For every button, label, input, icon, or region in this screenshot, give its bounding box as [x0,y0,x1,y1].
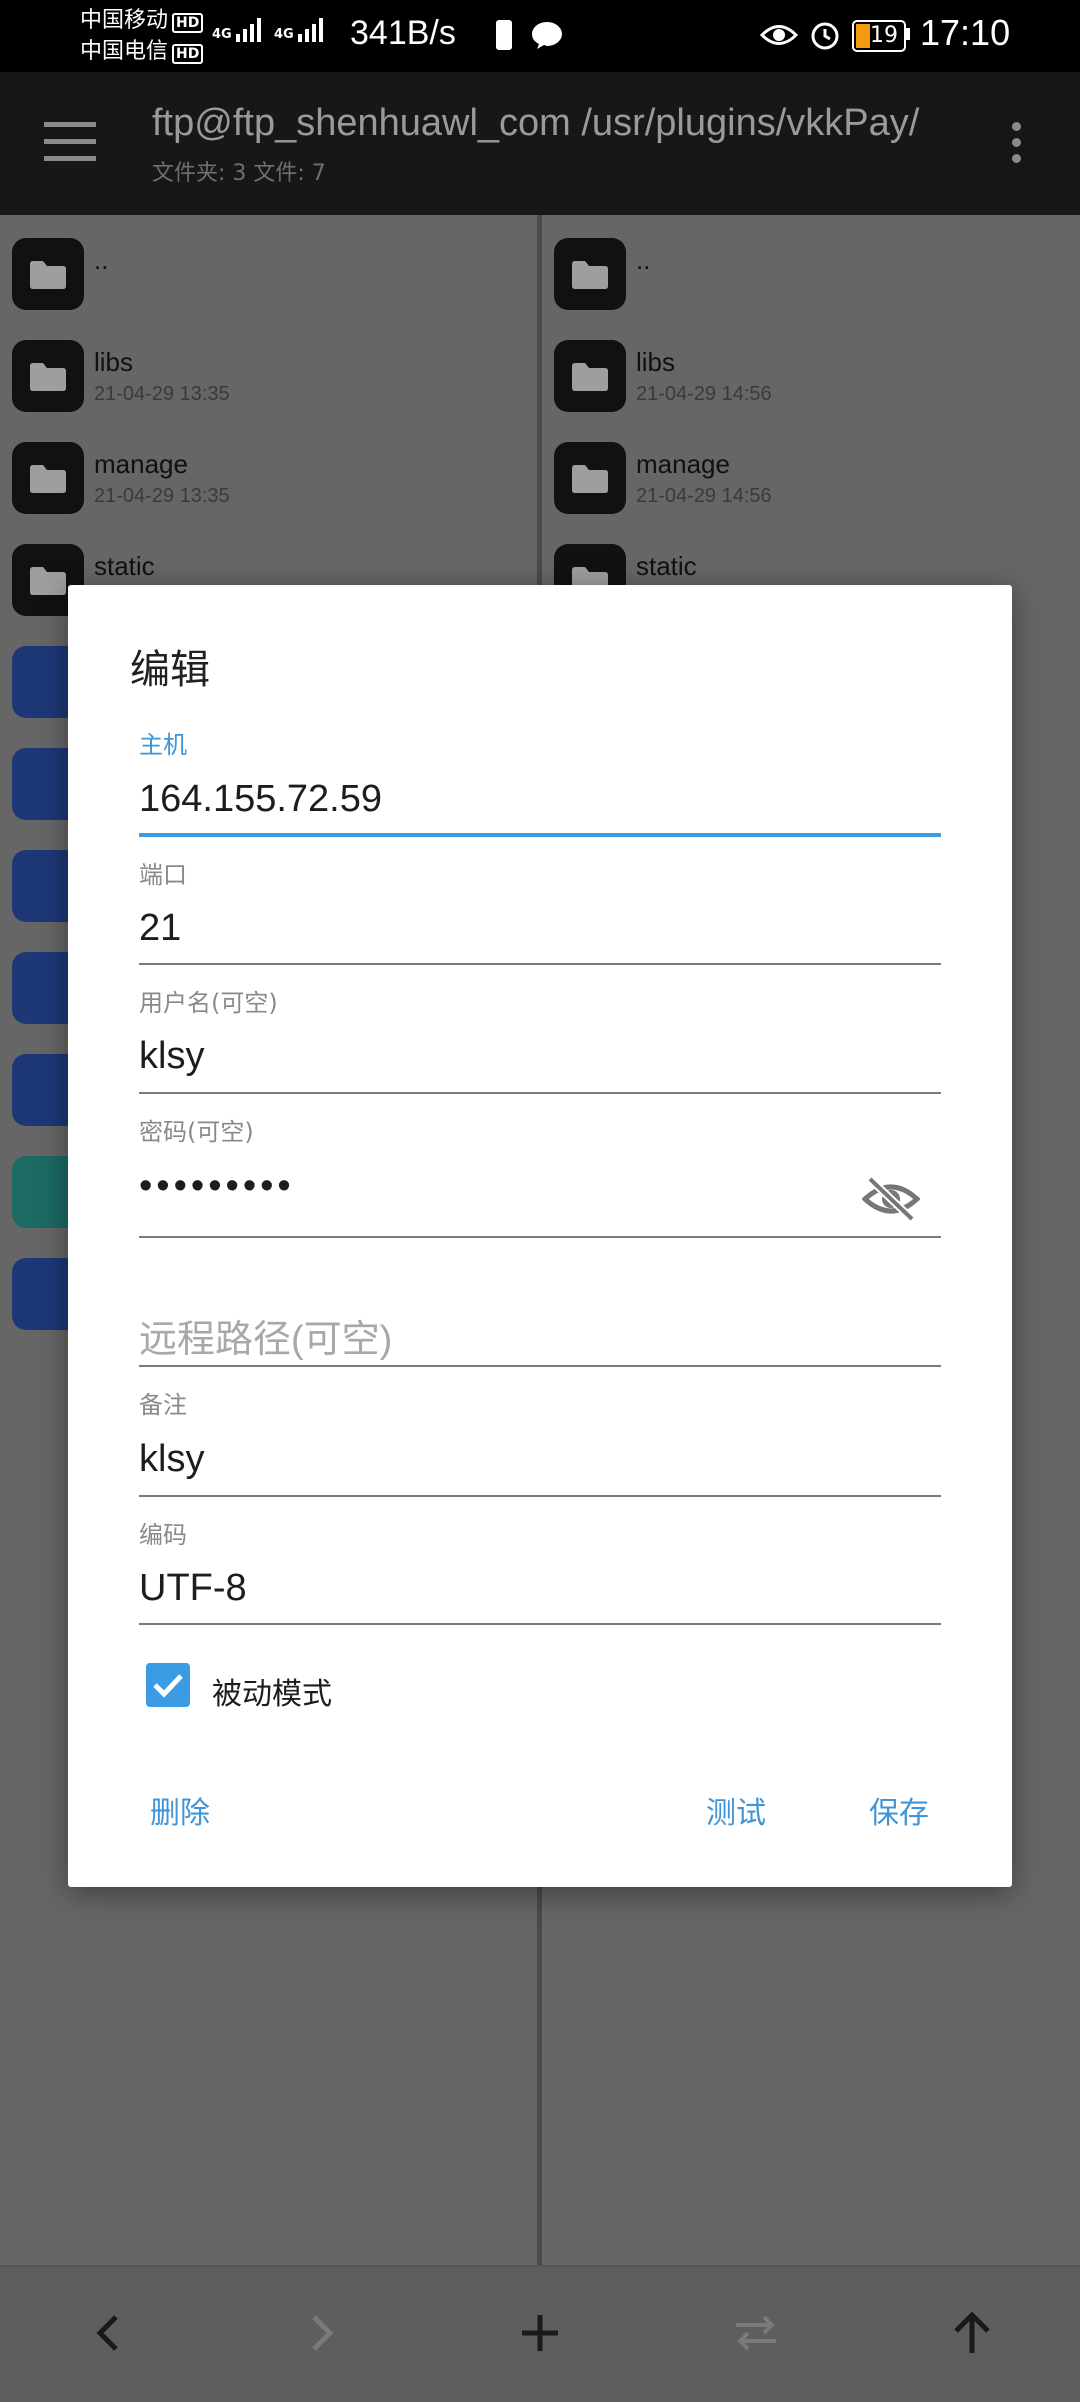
note-label: 备注 [139,1391,187,1419]
network-speed: 341B/s [350,14,456,52]
username-label: 用户名(可空) [139,989,278,1017]
folder-icon [12,340,84,412]
username-field[interactable]: klsy [139,1035,204,1078]
list-item[interactable]: libs 21-04-29 13:35 [0,327,530,427]
status-bar: 中国移动 HD 中国电信 HD 4G 4G 341B/s 19 17:10 [0,0,1080,72]
file-name: manage [94,449,188,479]
folder-icon [12,238,84,310]
edit-connection-dialog: 编辑 主机 164.155.72.59 端口 21 用户名(可空) klsy 密… [68,585,1012,1887]
port-label: 端口 [139,861,187,889]
folder-icon [554,442,626,514]
save-button[interactable]: 保存 [869,1788,929,1832]
note-underline [139,1495,941,1497]
folder-icon [554,340,626,412]
folder-icon [554,238,626,310]
note-field[interactable]: klsy [139,1438,204,1481]
app-toolbar: ftp@ftp_shenhuawl_com /usr/plugins/vkkPa… [0,72,1080,215]
eye-comfort-icon [760,25,798,45]
file-name: .. [636,245,651,275]
clock: 17:10 [920,12,1011,53]
remote-path-field[interactable]: 远程路径(可空) [139,1308,392,1363]
list-item[interactable]: manage 21-04-29 13:35 [0,429,530,529]
dialog-title: 编辑 [130,647,210,693]
message-icon [532,22,562,49]
file-date: 21-04-29 13:35 [94,383,230,405]
file-name: libs [636,347,676,377]
password-field[interactable]: ••••••••• [139,1165,295,1208]
connection-path-title: ftp@ftp_shenhuawl_com /usr/plugins/vkkPa… [152,102,920,144]
passive-mode-label[interactable]: 被动模式 [212,1669,332,1713]
password-underline [139,1236,941,1238]
list-item[interactable]: .. [0,225,530,325]
file-name: static [636,551,697,581]
host-field[interactable]: 164.155.72.59 [139,778,382,821]
signal-2-icon: 4G [274,18,323,42]
file-date: 21-04-29 14:56 [636,383,772,405]
file-date: 21-04-29 14:56 [636,485,772,507]
file-name: manage [636,449,730,479]
carrier-2: 中国电信 HD [80,37,204,67]
hide-password-eye-icon[interactable] [862,1175,920,1223]
file-name: .. [94,245,109,275]
list-item[interactable]: libs 21-04-29 14:56 [542,327,1072,427]
file-date: 21-04-29 13:35 [94,485,230,507]
transfer-icon[interactable] [730,2311,782,2355]
battery-alert-icon [496,20,512,50]
host-underline [139,833,941,837]
port-field[interactable]: 21 [139,907,181,950]
encoding-label: 编码 [139,1521,187,1549]
folder-icon [12,442,84,514]
encoding-field[interactable]: UTF-8 [139,1567,247,1610]
delete-button[interactable]: 删除 [150,1788,210,1832]
file-name: static [94,551,155,581]
port-underline [139,963,941,965]
folder-file-count: 文件夹: 3 文件: 7 [152,161,326,186]
username-underline [139,1092,941,1094]
file-name: libs [94,347,134,377]
carrier-1: 中国移动 HD [80,6,204,36]
more-options-icon[interactable] [1012,122,1022,166]
checkmark-icon [153,1674,183,1698]
list-item[interactable]: .. [542,225,1072,325]
password-label: 密码(可空) [139,1118,254,1146]
test-button[interactable]: 测试 [706,1788,766,1832]
signal-1-icon: 4G [212,18,261,42]
up-arrow-icon[interactable] [950,2309,994,2357]
host-label: 主机 [139,731,187,759]
passive-mode-checkbox[interactable] [146,1663,190,1707]
back-arrow-icon[interactable] [90,2313,126,2353]
forward-arrow-icon[interactable] [304,2313,340,2353]
menu-icon[interactable] [44,122,96,162]
battery-icon: 19 [852,20,906,52]
add-icon[interactable] [518,2311,562,2355]
encoding-underline [139,1623,941,1625]
alarm-icon [811,22,839,50]
list-item[interactable]: manage 21-04-29 14:56 [542,429,1072,529]
bottom-action-bar [0,2265,1080,2402]
remote-path-underline [139,1365,941,1367]
